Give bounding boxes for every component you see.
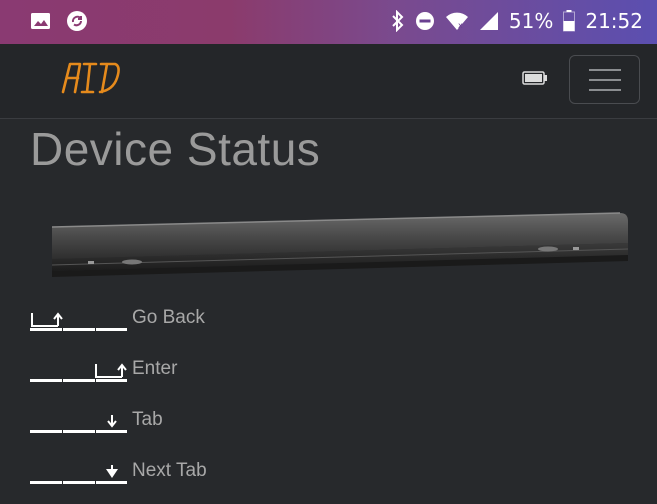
key-legend-tab: Tab (30, 409, 330, 441)
bluetooth-icon (392, 10, 404, 32)
key-label-enter: Enter (132, 358, 178, 379)
do-not-disturb-icon (415, 12, 434, 30)
navbar (0, 44, 657, 119)
key-label-tab: Tab (132, 409, 163, 430)
hamburger-menu-button[interactable] (569, 55, 640, 104)
key-label-next-tab: Next Tab (132, 460, 207, 481)
svg-text:x: x (458, 21, 463, 30)
device-image (48, 205, 632, 289)
next-tab-key-icon (30, 465, 127, 484)
page-title: Device Status (30, 123, 321, 175)
aid-logo-icon (61, 62, 120, 94)
key-legend-go-back: Go Back (30, 307, 330, 339)
status-bar: x 51% 21:52 (0, 0, 657, 44)
go-back-key-icon (30, 312, 127, 331)
hamburger-icon (588, 68, 621, 71)
tab-key-icon (30, 415, 127, 433)
app-logo[interactable] (60, 58, 124, 102)
cell-signal-icon (479, 12, 498, 30)
enter-key-icon (30, 363, 127, 382)
sync-icon (67, 11, 87, 31)
device-battery-icon (522, 70, 548, 89)
image-icon (31, 13, 50, 29)
key-legend-next-tab: Next Tab (30, 460, 330, 492)
clock: 21:52 (585, 9, 643, 33)
battery-icon (563, 10, 576, 32)
wifi-icon: x (445, 12, 468, 30)
key-label-go-back: Go Back (132, 307, 205, 328)
battery-percent: 51% (508, 9, 554, 33)
key-legend-enter: Enter (30, 358, 330, 390)
